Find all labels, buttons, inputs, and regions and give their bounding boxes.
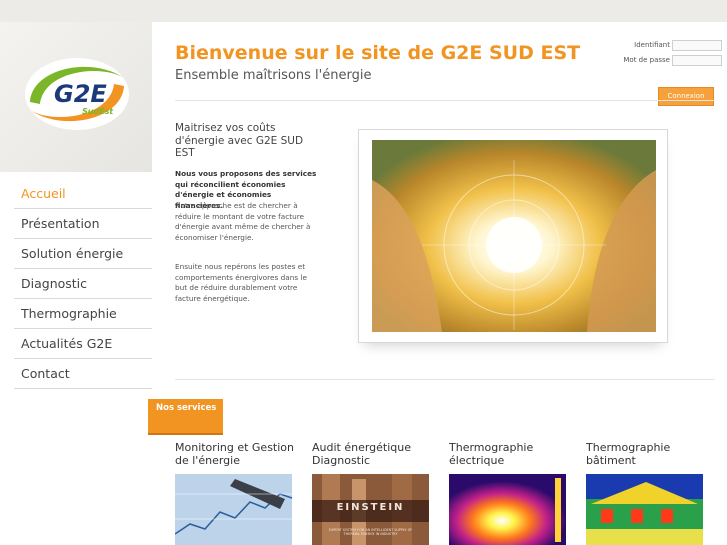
service-image-monitoring[interactable]: [175, 474, 292, 545]
service-title[interactable]: Audit énergétique Diagnostic: [312, 441, 432, 469]
service-card-audit[interactable]: Audit énergétique Diagnostic EINSTEIN EX…: [312, 441, 432, 545]
nav-item-actualites[interactable]: Actualités G2E: [14, 329, 152, 359]
hero-frame: [358, 129, 668, 343]
services-tab: Nos services: [148, 399, 223, 435]
nav-item-presentation[interactable]: Présentation: [14, 209, 152, 239]
einstein-caption: EINSTEIN: [336, 502, 405, 513]
nav-item-thermographie[interactable]: Thermographie: [14, 299, 152, 329]
service-image-audit[interactable]: EINSTEIN EXPERT SYSTEM FOR AN INTELLIGEN…: [312, 474, 429, 545]
sidebar: G2E SudEst Accueil Présentation Solution…: [0, 22, 152, 545]
service-title[interactable]: Monitoring et Gestion de l'énergie: [175, 441, 295, 469]
nav-item-contact[interactable]: Contact: [14, 359, 152, 389]
logo-area: G2E SudEst: [0, 22, 152, 172]
svg-text:G2E: G2E: [54, 80, 107, 108]
page-subtitle: Ensemble maîtrisons l'énergie: [175, 68, 372, 83]
service-title[interactable]: Thermographie électrique: [449, 441, 569, 469]
service-card-thermo-electrique[interactable]: Thermographie électrique: [449, 441, 569, 545]
username-input[interactable]: [672, 40, 722, 51]
hero-image: [372, 140, 656, 332]
username-label: Identifiant: [634, 41, 670, 49]
einstein-subcaption: EXPERT SYSTEM FOR AN INTELLIGENT SUPPLY …: [328, 528, 413, 536]
main-nav: Accueil Présentation Solution énergie Di…: [14, 179, 152, 389]
intro-text-1: Notre approche est de chercher à réduire…: [175, 201, 311, 242]
login-form: Identifiant Mot de passe Connexion: [582, 40, 722, 106]
password-input[interactable]: [672, 55, 722, 66]
service-card-thermo-batiment[interactable]: Thermographie bâtiment: [586, 441, 706, 545]
service-image-thermo-electrique[interactable]: [449, 474, 566, 545]
intro-text-2: Ensuite nous repérons les postes et comp…: [175, 262, 307, 303]
services-tab-label: Nos services: [156, 403, 217, 413]
service-card-monitoring[interactable]: Monitoring et Gestion de l'énergie: [175, 441, 295, 545]
main-content: Bienvenue sur le site de G2E SUD EST Ens…: [148, 22, 727, 545]
nav-item-solution-energie[interactable]: Solution énergie: [14, 239, 152, 269]
page-title: Bienvenue sur le site de G2E SUD EST: [175, 42, 581, 64]
nav-item-diagnostic[interactable]: Diagnostic: [14, 269, 152, 299]
nav-item-accueil[interactable]: Accueil: [14, 179, 152, 209]
g2e-logo[interactable]: G2E SudEst: [22, 54, 132, 134]
header-divider: [175, 100, 715, 101]
password-label: Mot de passe: [623, 56, 670, 64]
login-button[interactable]: Connexion: [658, 87, 714, 106]
intro-heading: Maitrisez vos coûts d'énergie avec G2E S…: [175, 122, 304, 159]
service-title[interactable]: Thermographie bâtiment: [586, 441, 706, 469]
service-image-thermo-batiment[interactable]: [586, 474, 703, 545]
svg-text:SudEst: SudEst: [82, 107, 114, 116]
services-divider: [175, 379, 715, 380]
